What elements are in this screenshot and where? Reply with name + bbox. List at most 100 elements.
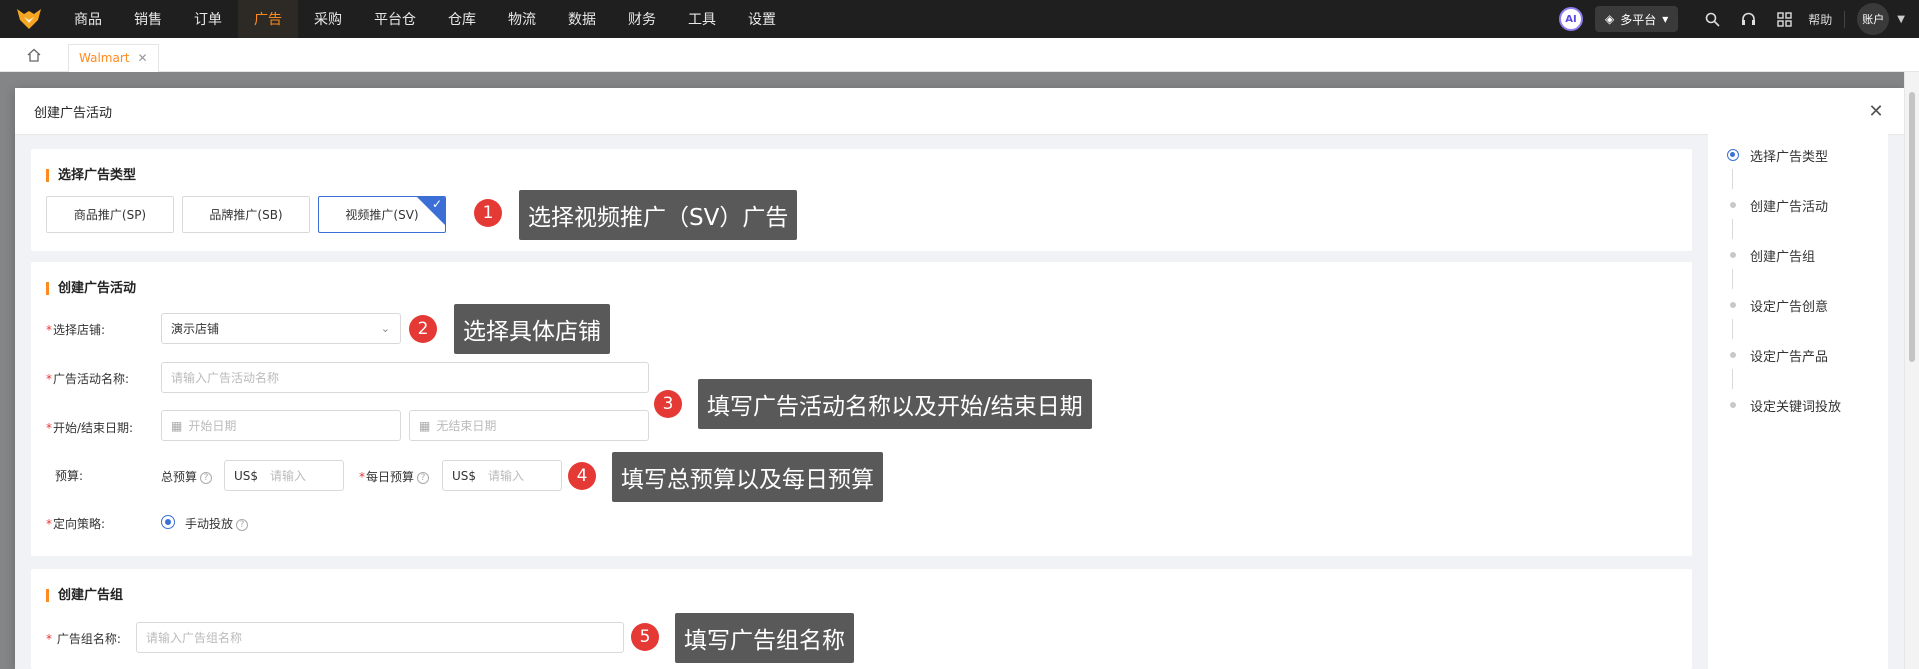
- search-icon[interactable]: [1694, 0, 1730, 38]
- daily-budget-label: *每日预算?: [359, 468, 430, 485]
- nav-item-purchase[interactable]: 采购: [298, 0, 358, 38]
- layers-icon: ◈: [1605, 12, 1615, 26]
- ai-button[interactable]: AI: [1559, 7, 1583, 31]
- section-title: 创建广告组: [46, 589, 123, 602]
- step-item[interactable]: 选择广告类型: [1708, 145, 1888, 165]
- help-icon[interactable]: ?: [417, 471, 430, 484]
- step-dot: [1730, 402, 1736, 408]
- currency-prefix: US$: [234, 468, 259, 483]
- nav-item-finance[interactable]: 财务: [612, 0, 672, 38]
- modal-header: 创建广告活动 ✕: [15, 88, 1904, 135]
- tab-walmart[interactable]: Walmart ✕: [68, 43, 159, 72]
- page-scrollbar[interactable]: [1904, 72, 1919, 669]
- ad-type-sv-label: 视频推广(SV): [345, 208, 419, 222]
- step-dot: [1730, 252, 1736, 258]
- nav-item-orders[interactable]: 订单: [178, 0, 238, 38]
- campaign-name-label: *广告活动名称:: [46, 372, 130, 386]
- step-dot: [1727, 149, 1739, 161]
- close-icon[interactable]: ✕: [1865, 100, 1887, 122]
- campaign-name-placeholder: 请输入广告活动名称: [171, 371, 280, 385]
- platform-switch[interactable]: ◈ 多平台 ▾: [1595, 6, 1679, 32]
- strategy-label: *定向策略:: [46, 517, 106, 531]
- fox-logo-icon: [17, 9, 41, 29]
- home-icon[interactable]: [0, 38, 68, 72]
- step-connector: [1732, 169, 1733, 189]
- annotation-callout-1: 选择视频推广（SV）广告: [519, 190, 798, 240]
- nav-item-warehouse[interactable]: 仓库: [432, 0, 492, 38]
- campaign-name-input[interactable]: 请输入广告活动名称: [161, 362, 649, 393]
- help-link[interactable]: 帮助: [1802, 10, 1846, 28]
- section-title: 选择广告类型: [46, 169, 136, 182]
- step-item[interactable]: 设定关键词投放: [1708, 395, 1888, 415]
- step-item[interactable]: 创建广告组: [1708, 245, 1888, 265]
- currency-prefix: US$: [452, 468, 477, 483]
- nav-item-logistics[interactable]: 物流: [492, 0, 552, 38]
- start-date-input[interactable]: ▦ 开始日期: [161, 410, 401, 441]
- ad-type-card: 选择广告类型 商品推广(SP) 品牌推广(SB) 视频推广(SV) ✓ 1 选择…: [31, 149, 1692, 251]
- budget-label: 预算:: [55, 469, 84, 483]
- platform-label: 多平台: [1620, 12, 1657, 27]
- ad-group-name-label: * 广告组名称:: [46, 632, 121, 646]
- nav-right: AI ◈ 多平台 ▾ 帮助 账户 ▼: [1559, 0, 1919, 38]
- step-label: 创建广告活动: [1750, 199, 1829, 215]
- store-label: *选择店铺:: [46, 323, 106, 337]
- ad-group-name-placeholder: 请输入广告组名称: [146, 631, 243, 645]
- nav-item-data[interactable]: 数据: [552, 0, 612, 38]
- section-title: 创建广告活动: [46, 282, 136, 295]
- nav-item-settings[interactable]: 设置: [732, 0, 792, 38]
- help-icon[interactable]: ?: [236, 518, 249, 531]
- step-item[interactable]: 创建广告活动: [1708, 195, 1888, 215]
- total-budget-placeholder: 请输入: [270, 469, 307, 483]
- annotation-callout-4: 填写总预算以及每日预算: [612, 452, 883, 502]
- modal-title: 创建广告活动: [34, 105, 113, 121]
- annotation-callout-5: 填写广告组名称: [675, 613, 854, 663]
- step-connector: [1732, 269, 1733, 289]
- store-value: 演示店铺: [171, 322, 220, 336]
- step-connector: [1732, 219, 1733, 239]
- annotation-number-5: 5: [631, 623, 659, 651]
- ad-type-sb-button[interactable]: 品牌推广(SB): [182, 196, 310, 233]
- nav-item-platform-warehouse[interactable]: 平台仓: [358, 0, 432, 38]
- store-select[interactable]: 演示店铺 ⌄: [161, 313, 401, 344]
- campaign-card: 创建广告活动 *选择店铺: 演示店铺 ⌄ 2 选择具体店铺 *广告活动名称: 请…: [31, 262, 1692, 556]
- ad-type-sp-button[interactable]: 商品推广(SP): [46, 196, 174, 233]
- logo[interactable]: [0, 0, 58, 38]
- ad-type-sv-button[interactable]: 视频推广(SV) ✓: [318, 196, 446, 233]
- daily-budget-placeholder: 请输入: [488, 469, 525, 483]
- total-budget-input[interactable]: US$ 请输入: [224, 460, 344, 491]
- step-connector: [1732, 319, 1733, 339]
- annotation-callout-3: 填写广告活动名称以及开始/结束日期: [698, 379, 1092, 429]
- nav-item-ads[interactable]: 广告: [238, 0, 298, 38]
- step-label: 设定关键词投放: [1750, 399, 1842, 415]
- nav-item-product[interactable]: 商品: [58, 0, 118, 38]
- date-label: *开始/结束日期:: [46, 421, 134, 435]
- avatar[interactable]: 账户: [1857, 3, 1890, 35]
- step-dot: [1730, 202, 1736, 208]
- step-item[interactable]: 设定广告产品: [1708, 345, 1888, 365]
- step-connector: [1732, 369, 1733, 389]
- help-icon[interactable]: ?: [200, 471, 213, 484]
- ad-group-card: 创建广告组 * 广告组名称: 请输入广告组名称 5 填写广告组名称: [31, 569, 1692, 669]
- page-tab-bar: Walmart ✕: [0, 38, 1919, 72]
- calendar-icon: ▦: [419, 418, 431, 433]
- scrollbar-thumb[interactable]: [1909, 92, 1915, 362]
- headset-icon[interactable]: [1730, 0, 1766, 38]
- step-item[interactable]: 设定广告创意: [1708, 295, 1888, 315]
- end-date-input[interactable]: ▦ 无结束日期: [409, 410, 649, 441]
- end-date-placeholder: 无结束日期: [436, 419, 497, 433]
- step-dot: [1730, 352, 1736, 358]
- chevron-down-icon[interactable]: ▼: [1897, 14, 1905, 25]
- nav-item-sales[interactable]: 销售: [118, 0, 178, 38]
- daily-budget-input[interactable]: US$ 请输入: [442, 460, 562, 491]
- apps-grid-icon[interactable]: [1766, 0, 1802, 38]
- chevron-down-icon: ▾: [1662, 12, 1669, 26]
- close-icon[interactable]: ✕: [137, 51, 147, 65]
- step-label: 创建广告组: [1750, 249, 1816, 265]
- nav-item-tools[interactable]: 工具: [672, 0, 732, 38]
- manual-targeting-radio[interactable]: [161, 515, 175, 529]
- annotation-number-4: 4: [568, 462, 596, 490]
- ad-group-name-input[interactable]: 请输入广告组名称: [136, 622, 624, 653]
- step-dot: [1730, 302, 1736, 308]
- step-navigator: 选择广告类型 创建广告活动 创建广告组 设定广告创意 设定广告产品 设定关键词投…: [1708, 121, 1888, 669]
- annotation-number-2: 2: [409, 315, 437, 343]
